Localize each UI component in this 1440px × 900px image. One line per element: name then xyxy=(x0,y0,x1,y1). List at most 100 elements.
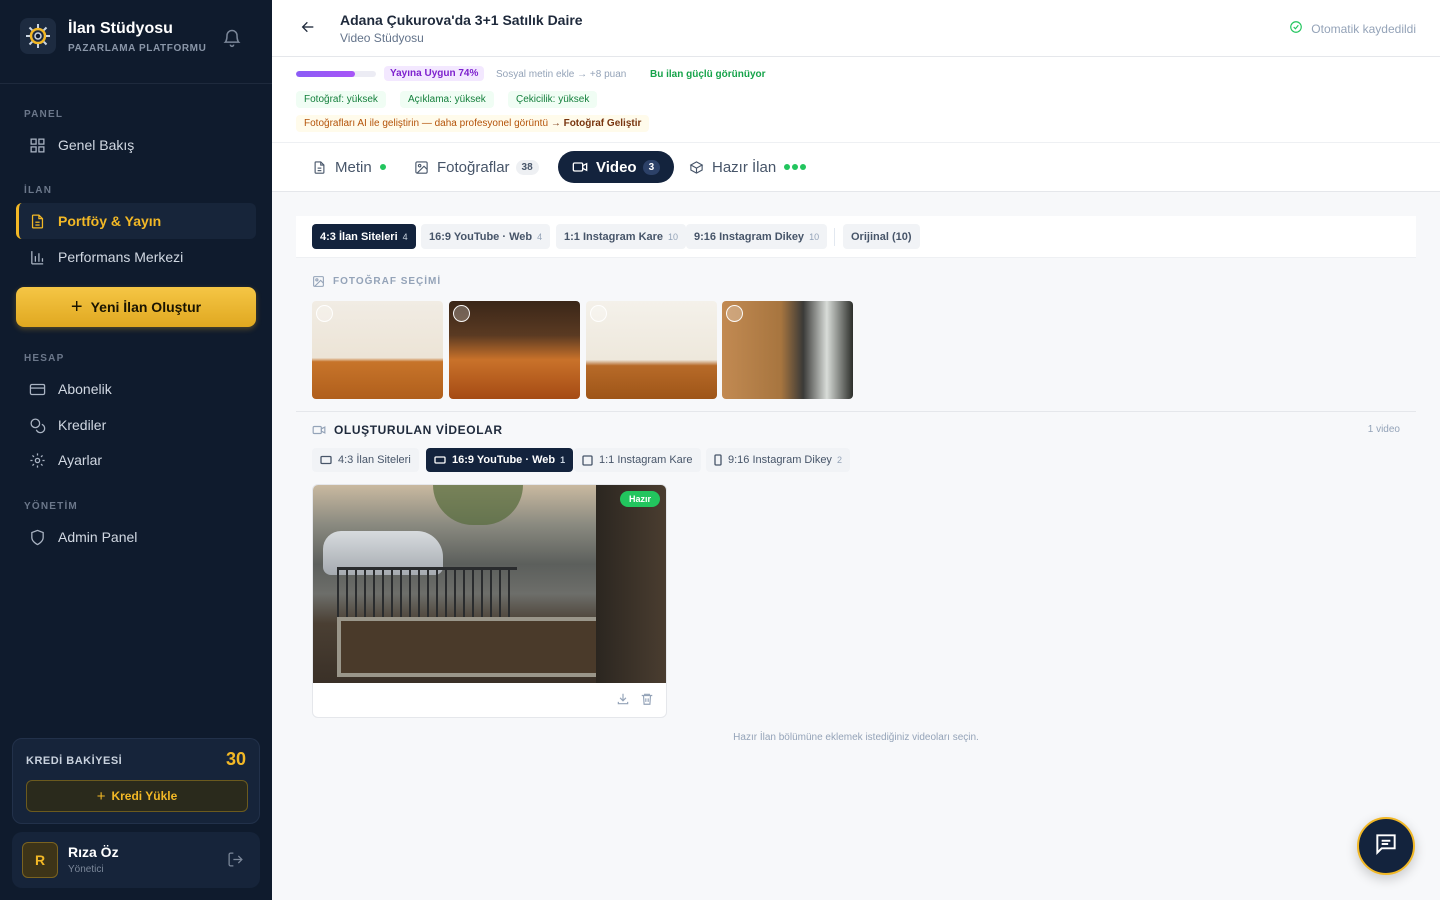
page-subtitle: Video Stüdyosu xyxy=(340,31,424,45)
section-label-ilan: İLAN xyxy=(24,185,53,196)
chat-icon xyxy=(1373,831,1399,862)
video-filter-1-1[interactable]: 1:1 Instagram Kare xyxy=(574,448,701,472)
brand-title: İlan Stüdyosu xyxy=(68,19,173,37)
sidebar-item-label: Abonelik xyxy=(58,381,112,397)
ratio-chip-original[interactable]: Orijinal (10) xyxy=(843,224,920,249)
shield-icon xyxy=(28,528,46,546)
score-chip-photo: Fotoğraf: yüksek xyxy=(296,91,386,108)
section-label-hesap: HESAP xyxy=(24,353,65,364)
coins-icon xyxy=(28,416,46,434)
video-filter-4-3[interactable]: 4:3 İlan Siteleri xyxy=(312,448,419,472)
document-icon xyxy=(28,212,46,230)
avatar: R xyxy=(22,842,58,878)
sidebar-item-label: Ayarlar xyxy=(58,452,103,468)
listing-status-bar: Yayına Uygun 74% Sosyal metin ekle → +8 … xyxy=(272,57,1440,143)
tab-metin[interactable]: Metin xyxy=(298,151,400,183)
plus-icon: + xyxy=(96,787,106,805)
photo-thumbnail[interactable] xyxy=(722,301,853,399)
sidebar-item-admin[interactable]: Admin Panel xyxy=(16,519,256,555)
bar-chart-icon xyxy=(28,248,46,266)
ai-enhance-tip[interactable]: Fotoğrafları AI ile geliştirin — daha pr… xyxy=(296,115,650,132)
user-name: Rıza Öz xyxy=(68,844,119,860)
select-checkbox[interactable] xyxy=(726,305,743,322)
generated-videos-title: OLUŞTURULAN VİDEOLAR xyxy=(312,423,503,437)
square-frame-icon xyxy=(582,454,593,466)
sidebar-item-genel-bakis[interactable]: Genel Bakış xyxy=(16,127,256,163)
grid-icon xyxy=(28,136,46,154)
aspect-ratio-bar: 4:3 İlan Siteleri 4 16:9 YouTube · Web 4 1… xyxy=(296,216,1416,258)
photo-count-badge: 38 xyxy=(515,159,539,175)
load-credit-label: Kredi Yükle xyxy=(111,789,178,803)
photo-thumbnail[interactable] xyxy=(312,301,443,399)
video-filter-16-9[interactable]: 16:9 YouTube · Web 1 xyxy=(426,448,574,472)
tab-fotograflar[interactable]: Fotoğraflar 38 xyxy=(400,151,553,183)
new-listing-label: Yeni İlan Oluştur xyxy=(90,299,202,315)
score-chip-description: Açıklama: yüksek xyxy=(400,91,494,108)
sidebar-item-abonelik[interactable]: Abonelik xyxy=(16,371,256,407)
video-camera-icon xyxy=(312,423,326,437)
tab-label: Metin xyxy=(335,158,372,176)
improvement-hint: Sosyal metin ekle → +8 puan xyxy=(496,69,627,80)
sidebar-item-label: Genel Bakış xyxy=(58,137,135,153)
user-role: Yönetici xyxy=(68,864,104,875)
credit-balance-card: KREDİ BAKİYESİ 30 + Kredi Yükle xyxy=(12,738,260,824)
landscape-frame-icon xyxy=(320,455,332,465)
sidebar-item-label: Admin Panel xyxy=(58,529,138,545)
download-icon[interactable] xyxy=(616,692,630,706)
divider xyxy=(834,228,835,246)
brand[interactable]: İlan Stüdyosu PAZARLAMA PLATFORMU xyxy=(20,18,252,54)
brand-logo-icon xyxy=(20,18,56,54)
sidebar-item-label: Krediler xyxy=(58,417,107,433)
sidebar-item-krediler[interactable]: Krediler xyxy=(16,407,256,443)
bell-icon[interactable] xyxy=(222,28,242,53)
readiness-progress-fill xyxy=(296,71,356,77)
check-circle-icon xyxy=(1289,20,1303,37)
sidebar-item-performans[interactable]: Performans Merkezi xyxy=(16,239,256,275)
select-checkbox[interactable] xyxy=(453,305,470,322)
user-card[interactable]: R Rıza Öz Yönetici xyxy=(12,832,260,888)
ratio-chip-4-3[interactable]: 4:3 İlan Siteleri 4 xyxy=(312,224,416,249)
load-credit-button[interactable]: + Kredi Yükle xyxy=(26,780,248,812)
logout-icon[interactable] xyxy=(227,851,244,873)
photo-thumbnail[interactable] xyxy=(449,301,580,399)
back-arrow-icon[interactable] xyxy=(300,19,316,40)
video-count: 1 video xyxy=(1367,424,1400,435)
chat-button[interactable] xyxy=(1357,817,1415,875)
credit-value: 30 xyxy=(225,749,246,769)
studio-tabs: Metin Fotoğraflar 38 Video 3 Hazır İlan xyxy=(272,143,1440,192)
page-title: Adana Çukurova'da 3+1 Satılık Daire xyxy=(340,12,583,28)
image-icon xyxy=(312,275,325,288)
section-label-panel: PANEL xyxy=(24,109,64,120)
new-listing-button[interactable]: + Yeni İlan Oluştur xyxy=(16,287,256,327)
photo-thumbnail[interactable] xyxy=(586,301,717,399)
video-filter-9-16[interactable]: 9:16 Instagram Dikey 2 xyxy=(706,448,850,472)
ai-tip-action[interactable]: → Fotoğraf Geliştir xyxy=(551,118,642,129)
progress-dots xyxy=(784,164,808,170)
sidebar-item-label: Portföy & Yayın xyxy=(58,213,162,229)
main-content: Adana Çukurova'da 3+1 Satılık Daire Vide… xyxy=(272,0,1440,900)
tab-label: Hazır İlan xyxy=(712,158,777,176)
tab-label: Video xyxy=(596,158,637,176)
ratio-chip-1-1[interactable]: 1:1 Instagram Kare 10 xyxy=(556,224,687,249)
divider xyxy=(0,83,272,84)
brand-subtitle: PAZARLAMA PLATFORMU xyxy=(68,42,207,54)
package-icon xyxy=(689,160,704,175)
ratio-chip-16-9[interactable]: 16:9 YouTube · Web 4 xyxy=(421,224,551,249)
document-icon xyxy=(312,160,327,175)
status-badge: Hazır xyxy=(619,491,660,507)
plus-icon: + xyxy=(70,296,83,318)
select-checkbox[interactable] xyxy=(316,305,333,322)
sidebar-item-ayarlar[interactable]: Ayarlar xyxy=(16,442,256,478)
tab-video[interactable]: Video 3 xyxy=(558,151,675,183)
tab-hazir-ilan[interactable]: Hazır İlan xyxy=(675,151,822,183)
sidebar-item-label: Performans Merkezi xyxy=(58,249,184,265)
video-card[interactable]: Hazır xyxy=(312,484,667,718)
widescreen-frame-icon xyxy=(434,455,446,465)
score-chip-appeal: Çekicilik: yüksek xyxy=(508,91,598,108)
select-checkbox[interactable] xyxy=(590,305,607,322)
ratio-chip-9-16[interactable]: 9:16 Instagram Dikey 10 xyxy=(686,224,828,249)
photo-selection-label: FOTOĞRAF SEÇİMİ xyxy=(312,275,441,288)
video-thumbnail[interactable] xyxy=(313,485,666,683)
trash-icon[interactable] xyxy=(640,692,654,706)
sidebar-item-portfoy[interactable]: Portföy & Yayın xyxy=(16,203,256,239)
